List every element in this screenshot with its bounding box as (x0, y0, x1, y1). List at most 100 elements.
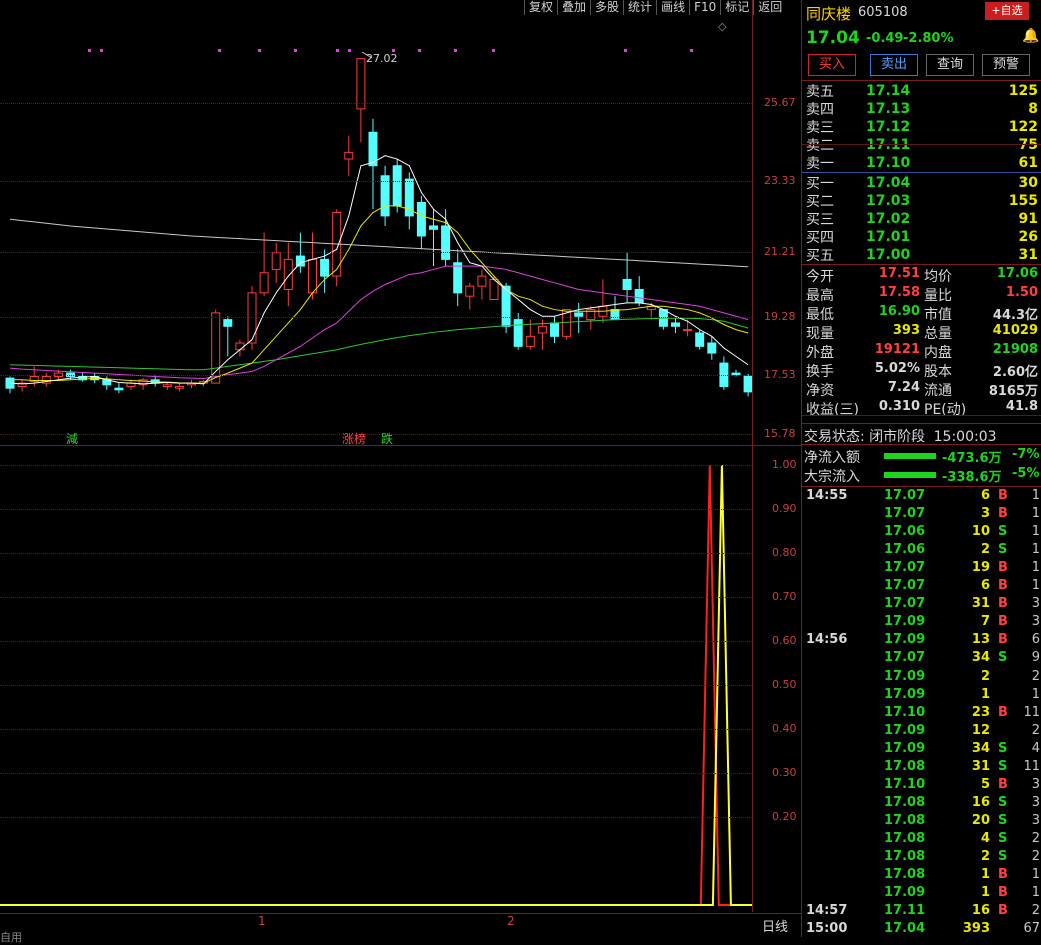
tick-side: B (998, 560, 1008, 576)
tick-row: 15:00 17.04 393 67 (806, 921, 1040, 939)
quote-label: 均价 (924, 269, 952, 285)
tick-volume: 2 (980, 849, 990, 864)
signal-dot (258, 49, 261, 52)
price-grid (0, 434, 752, 435)
tick-side: S (998, 812, 1008, 828)
tick-price: 17.09 (884, 668, 926, 684)
tick-count: 1 (1031, 524, 1040, 540)
bell-icon[interactable]: 🔔 (1022, 28, 1039, 44)
tick-row: 14:57 17.11 16 B 2 (806, 903, 1040, 921)
quote-value: 41.8 (1005, 399, 1038, 414)
toolbar-7[interactable]: 返回 (753, 0, 786, 15)
tick-count: 1 (1031, 686, 1040, 702)
buy_orders-price: 17.04 (866, 175, 911, 191)
quote-value: 19121 (874, 342, 920, 357)
tick-volume: 4 (980, 830, 990, 846)
buy_orders-volume: 30 (1018, 175, 1038, 191)
add-favorite-button[interactable]: +自选 (985, 2, 1029, 20)
buy_orders-volume: 155 (1008, 193, 1038, 209)
tick-side: S (998, 758, 1008, 774)
candle-body (162, 384, 172, 388)
price-grid (0, 375, 752, 377)
candle-body (743, 375, 752, 393)
period-label[interactable]: 日线 (762, 916, 788, 935)
order-row: 卖二 17.11 75 (806, 136, 1038, 154)
buy_orders-label: 买一 (806, 176, 834, 192)
sell-button[interactable]: 卖出 (870, 54, 918, 76)
quote-label: PE(动) (924, 402, 967, 418)
quote-value: 0.310 (878, 399, 920, 414)
quote-label: 股本 (924, 364, 952, 380)
tick-count: 6 (1031, 632, 1040, 648)
tick-price: 17.06 (884, 542, 926, 558)
tick-side: S (998, 830, 1008, 846)
tick-count: 3 (1031, 614, 1040, 630)
flow-bar (884, 472, 936, 478)
indicator-grid (0, 641, 752, 642)
marker-limit-up: 涨榜 (342, 432, 367, 446)
quote-value: 44.3亿 (992, 308, 1038, 323)
buy_orders-price: 17.02 (866, 211, 911, 227)
signal-dot (690, 49, 693, 52)
tick-row: 17.09 2 2 (806, 669, 1040, 687)
panel-divider (802, 264, 1041, 265)
panel-divider (802, 444, 1041, 445)
indicator-axis-label: 0.20 (772, 810, 797, 823)
tick-count: 2 (1031, 830, 1040, 846)
tick-row: 17.08 2 S 2 (806, 849, 1040, 867)
tick-row: 17.07 3 B 1 (806, 506, 1040, 524)
candle-body (174, 386, 184, 389)
signal-dot (418, 49, 421, 52)
tick-price: 17.06 (884, 524, 926, 540)
order-row: 买一 17.04 30 (806, 174, 1038, 192)
tick-volume: 1 (980, 867, 990, 883)
tick-price: 17.08 (884, 758, 926, 774)
bottom-tab[interactable]: 自用 (0, 929, 22, 945)
current-price: 17.04 (806, 28, 860, 48)
tick-row: 17.10 23 B 11 (806, 705, 1040, 723)
candle-body (477, 275, 487, 287)
quote-label: 今开 (806, 269, 834, 285)
tick-price: 17.09 (884, 614, 926, 630)
signal-dot (294, 49, 297, 52)
stock-code: 605108 (858, 5, 908, 20)
tick-side: B (998, 867, 1008, 883)
quote-label: 内盘 (924, 345, 952, 361)
quote-label: 市值 (924, 307, 952, 323)
query-button[interactable]: 查询 (926, 54, 974, 76)
tick-price: 17.10 (884, 704, 926, 720)
indicator-axis-label: 0.30 (772, 766, 797, 779)
tick-count: 1 (1031, 506, 1040, 522)
candle-body (574, 312, 584, 317)
tick-row: 17.09 7 B 3 (806, 614, 1040, 632)
xaxis-line (0, 913, 801, 914)
candle-body (114, 387, 124, 391)
tick-price: 17.07 (884, 488, 926, 503)
sell_orders-volume: 75 (1018, 137, 1038, 153)
order-row: 买三 17.02 91 (806, 210, 1038, 228)
candle-body (453, 262, 463, 294)
buy-button[interactable]: 买入 (808, 54, 856, 76)
tick-price: 17.09 (884, 740, 926, 756)
candle-body (622, 278, 632, 290)
max-price-label: 27.02 (366, 52, 398, 65)
order-row: 卖一 17.10 61 (806, 154, 1038, 172)
tick-side: S (998, 524, 1008, 540)
tick-count: 1 (1031, 542, 1040, 558)
tick-volume: 20 (971, 812, 990, 828)
alert-button[interactable]: 预警 (982, 54, 1030, 76)
order-row: 卖三 17.12 122 (806, 118, 1038, 136)
indicator-axis-label: 0.90 (772, 502, 797, 515)
tick-price: 17.09 (884, 686, 926, 702)
tick-row: 14:55 17.07 6 B 1 (806, 488, 1040, 506)
candle-body (489, 278, 499, 301)
trade-status: 交易状态: 闭市阶段 15:00:03 (804, 426, 997, 446)
marker-reduce: 減 (66, 432, 79, 446)
tick-row: 17.06 2 S 1 (806, 542, 1040, 560)
tick-price: 17.08 (884, 812, 926, 828)
tick-price: 17.07 (884, 596, 926, 612)
tick-price: 17.08 (884, 794, 926, 810)
tick-count: 1 (1031, 578, 1040, 594)
indicator-grid (0, 465, 752, 466)
sell_orders-price: 17.14 (866, 83, 911, 99)
